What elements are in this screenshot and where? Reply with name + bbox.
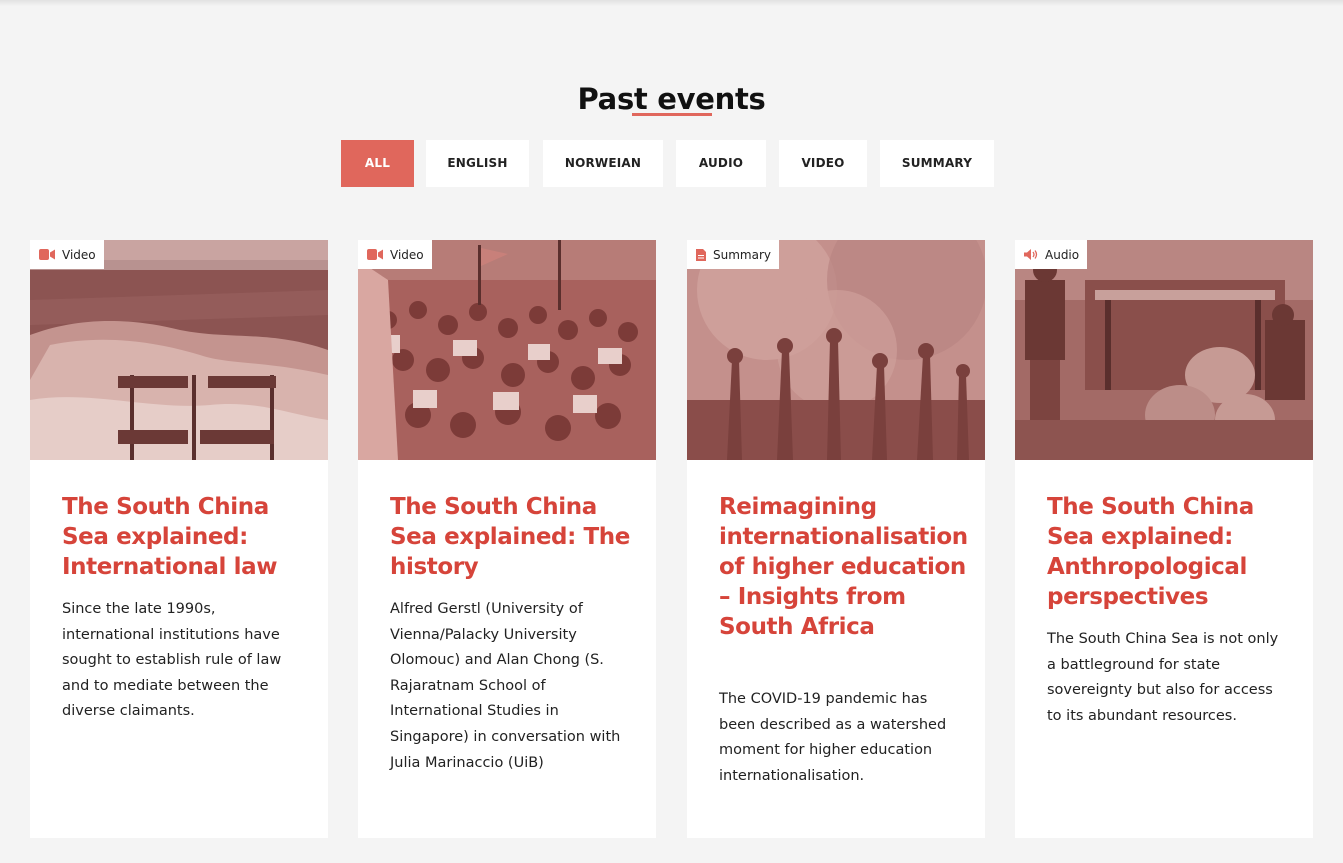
media-type-badge: Video: [358, 240, 432, 269]
event-image-hands[interactable]: Summary: [687, 240, 985, 460]
filter-all-button[interactable]: ALL: [341, 140, 414, 187]
event-image-fishermen[interactable]: Audio: [1015, 240, 1313, 460]
event-card[interactable]: Video The South China Sea explained: Int…: [30, 240, 328, 838]
event-card[interactable]: Video The South China Sea explained: The…: [358, 240, 656, 838]
event-description: The South China Sea is not only a battle…: [1047, 631, 1279, 724]
event-card[interactable]: Summary Reimagining internationalisation…: [687, 240, 985, 838]
event-description: Since the late 1990s, international inst…: [62, 601, 282, 720]
section-title: Past events: [577, 82, 766, 117]
header-shadow: [0, 0, 1343, 6]
event-description: The COVID-19 pandemic has been described…: [719, 691, 947, 784]
badge-label: Summary: [713, 247, 771, 262]
badge-label: Audio: [1045, 247, 1080, 262]
badge-label: Video: [62, 247, 96, 262]
event-card[interactable]: Audio The South China Sea explained: Ant…: [1015, 240, 1313, 838]
event-image-crowd[interactable]: Video: [358, 240, 656, 460]
filter-bar: ALL ENGLISH NORWEIAN AUDIO VIDEO SUMMARY: [0, 140, 1343, 187]
filter-english-button[interactable]: ENGLISH: [426, 140, 529, 187]
filter-audio-button[interactable]: AUDIO: [676, 140, 766, 187]
filter-video-button[interactable]: VIDEO: [779, 140, 867, 187]
video-camera-icon: [367, 249, 383, 260]
event-title[interactable]: The South China Sea explained: The histo…: [390, 492, 642, 582]
event-title[interactable]: Reimagining internationalisation of high…: [719, 492, 971, 642]
title-underline: [632, 113, 712, 116]
event-title[interactable]: The South China Sea explained: Internati…: [62, 492, 314, 582]
speaker-icon: [1024, 249, 1038, 260]
video-camera-icon: [39, 249, 55, 260]
event-title[interactable]: The South China Sea explained: Anthropol…: [1047, 492, 1299, 612]
event-description: Alfred Gerstl (University of Vienna/Pala…: [390, 601, 621, 771]
filter-norwegian-button[interactable]: NORWEIAN: [543, 140, 663, 187]
event-image-coastline[interactable]: Video: [30, 240, 328, 460]
media-type-badge: Video: [30, 240, 104, 269]
badge-label: Video: [390, 247, 424, 262]
media-type-badge: Summary: [687, 240, 779, 269]
filter-summary-button[interactable]: SUMMARY: [880, 140, 994, 187]
media-type-badge: Audio: [1015, 240, 1088, 269]
document-icon: [696, 248, 706, 261]
